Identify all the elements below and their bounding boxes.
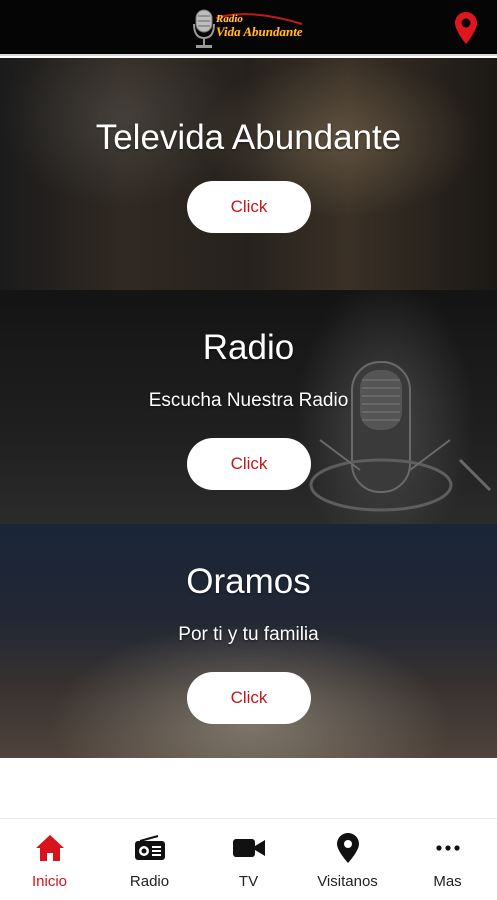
- logo-text: Radio Vida Abundante: [216, 14, 303, 39]
- nav-label: TV: [238, 873, 259, 890]
- section-televida: Televida Abundante Click: [0, 58, 497, 290]
- section-subtitle: Por ti y tu familia: [178, 624, 319, 645]
- logo-line-name: Vida Abundante: [216, 24, 303, 39]
- home-icon: [33, 833, 67, 863]
- nav-item-visitanos[interactable]: Visitanos: [298, 819, 397, 900]
- section-title: Televida Abundante: [95, 118, 402, 157]
- radio-icon: [133, 833, 167, 863]
- section-subtitle: Escucha Nuestra Radio: [148, 390, 349, 411]
- map-pin-icon[interactable]: [455, 12, 477, 44]
- televida-click-button[interactable]: Click: [187, 181, 311, 233]
- more-dots-icon: [431, 833, 465, 863]
- location-pin-icon: [331, 833, 365, 863]
- oramos-click-button[interactable]: Click: [187, 672, 311, 724]
- section-title: Radio: [202, 328, 295, 367]
- section-title: Oramos: [186, 562, 311, 601]
- nav-label: Mas: [433, 873, 462, 890]
- nav-item-inicio[interactable]: Inicio: [0, 819, 99, 900]
- section-radio: Radio Escucha Nuestra Radio Click: [0, 290, 497, 524]
- bottom-navigation: Inicio Radio TV Visitanos Mas: [0, 818, 497, 900]
- nav-item-mas[interactable]: Mas: [398, 819, 497, 900]
- nav-item-tv[interactable]: TV: [199, 819, 298, 900]
- nav-label: Radio: [129, 873, 170, 890]
- video-camera-icon: [232, 833, 266, 863]
- radio-click-button[interactable]: Click: [187, 438, 311, 490]
- section-oramos: Oramos Por ti y tu familia Click: [0, 524, 497, 758]
- nav-item-radio[interactable]: Radio: [100, 819, 199, 900]
- app-header: Radio Vida Abundante: [0, 0, 497, 56]
- nav-label: Inicio: [31, 873, 68, 890]
- nav-label: Visitanos: [317, 873, 378, 890]
